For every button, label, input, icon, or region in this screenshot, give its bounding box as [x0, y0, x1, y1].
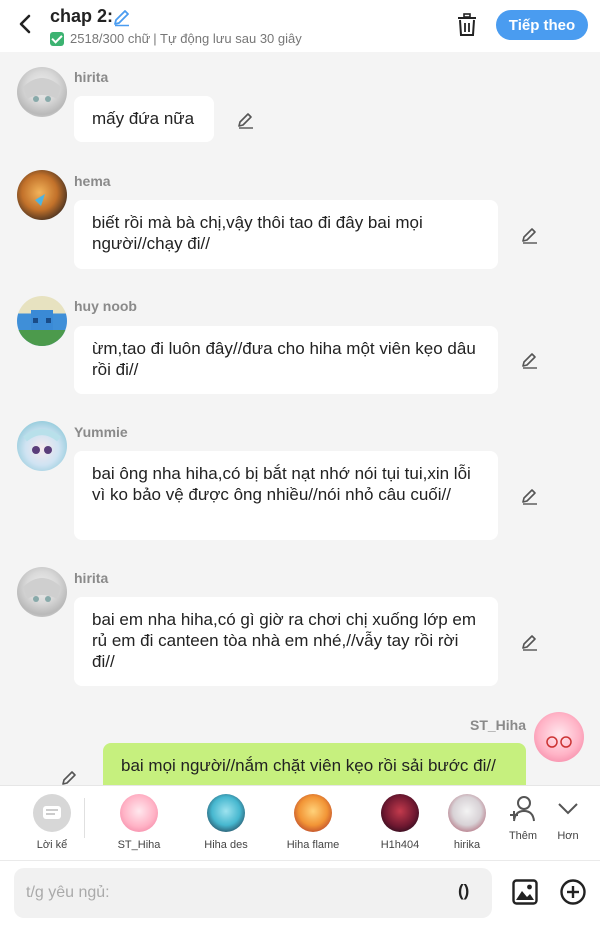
edit-icon[interactable]: [520, 225, 540, 245]
speaker-name: hema: [74, 173, 111, 189]
edit-icon[interactable]: [236, 110, 256, 130]
avatar[interactable]: [534, 712, 584, 762]
avatar[interactable]: [17, 67, 67, 117]
avatar[interactable]: [17, 567, 67, 617]
add-character-button[interactable]: Thêm: [503, 794, 543, 842]
character-item[interactable]: hirika: [446, 794, 488, 851]
more-label: Hơn: [557, 830, 579, 842]
avatar: [448, 794, 486, 832]
character-picker: Lời kể ST_Hiha Hiha des Hiha flame H1h40…: [0, 785, 600, 860]
message-bubble[interactable]: bai ông nha hiha,có bị bắt nạt nhớ nói t…: [74, 451, 498, 540]
avatar: [381, 794, 419, 832]
speaker-name: ST_Hiha: [470, 717, 527, 733]
character-name: H1h404: [380, 839, 420, 851]
avatar[interactable]: [17, 421, 67, 471]
message-bubble[interactable]: biết rồi mà bà chị,vậy thôi tao đi đây b…: [74, 200, 498, 269]
edit-icon[interactable]: [520, 486, 540, 506]
character-item[interactable]: Hiha flame: [281, 794, 345, 851]
edit-icon[interactable]: [520, 632, 540, 652]
character-name: ST_Hiha: [117, 839, 161, 851]
edit-title-icon[interactable]: [112, 7, 132, 27]
divider: [84, 798, 85, 838]
character-item[interactable]: Hiha des: [194, 794, 258, 851]
character-narrator[interactable]: Lời kể: [20, 794, 84, 851]
next-button[interactable]: Tiếp theo: [496, 10, 588, 40]
character-name: hirika: [453, 839, 481, 851]
character-item[interactable]: H1h404: [368, 794, 432, 851]
edit-icon[interactable]: [520, 350, 540, 370]
add-person-icon: [510, 796, 535, 822]
avatar: [120, 794, 158, 832]
chapter-title[interactable]: chap 2:: [50, 6, 113, 27]
action-paren-button[interactable]: (): [458, 881, 469, 901]
avatar[interactable]: [17, 296, 67, 346]
top-bar: chap 2: 2518/300 chữ | Tự động lưu sau 3…: [0, 0, 600, 52]
message-bubble[interactable]: ừm,tao đi luôn đây//đưa cho hiha một viê…: [74, 326, 498, 394]
word-count: 2518/300 chữ: [70, 31, 151, 46]
character-name: Hiha des: [204, 839, 248, 851]
speaker-name: huy noob: [74, 298, 137, 314]
image-icon[interactable]: [512, 879, 538, 905]
chevron-down-icon: [558, 803, 578, 815]
message-bubble[interactable]: bai em nha hiha,có gì giờ ra chơi chị xu…: [74, 597, 498, 686]
autosave-note: | Tự động lưu sau 30 giây: [153, 31, 302, 46]
message-input[interactable]: [14, 868, 492, 918]
more-button[interactable]: Hơn: [548, 794, 588, 842]
speaker-name: Yummie: [74, 424, 128, 440]
message-bubble[interactable]: mấy đứa nữa: [74, 96, 214, 142]
avatar: [294, 794, 332, 832]
add-label: Thêm: [508, 830, 538, 842]
save-status: 2518/300 chữ | Tự động lưu sau 30 giây: [50, 31, 302, 46]
trash-icon[interactable]: [456, 13, 478, 37]
back-arrow-icon[interactable]: [14, 12, 38, 36]
add-circle-icon[interactable]: [559, 878, 587, 906]
speaker-name: hirita: [74, 570, 109, 586]
character-name: Lời kể: [36, 839, 68, 851]
speaker-name: hirita: [74, 69, 109, 85]
avatar[interactable]: [17, 170, 67, 220]
character-name: Hiha flame: [286, 839, 340, 851]
narrator-icon: [33, 794, 71, 832]
avatar: [207, 794, 245, 832]
compose-bar: (): [0, 860, 600, 925]
character-item[interactable]: ST_Hiha: [107, 794, 171, 851]
check-icon: [50, 31, 64, 46]
